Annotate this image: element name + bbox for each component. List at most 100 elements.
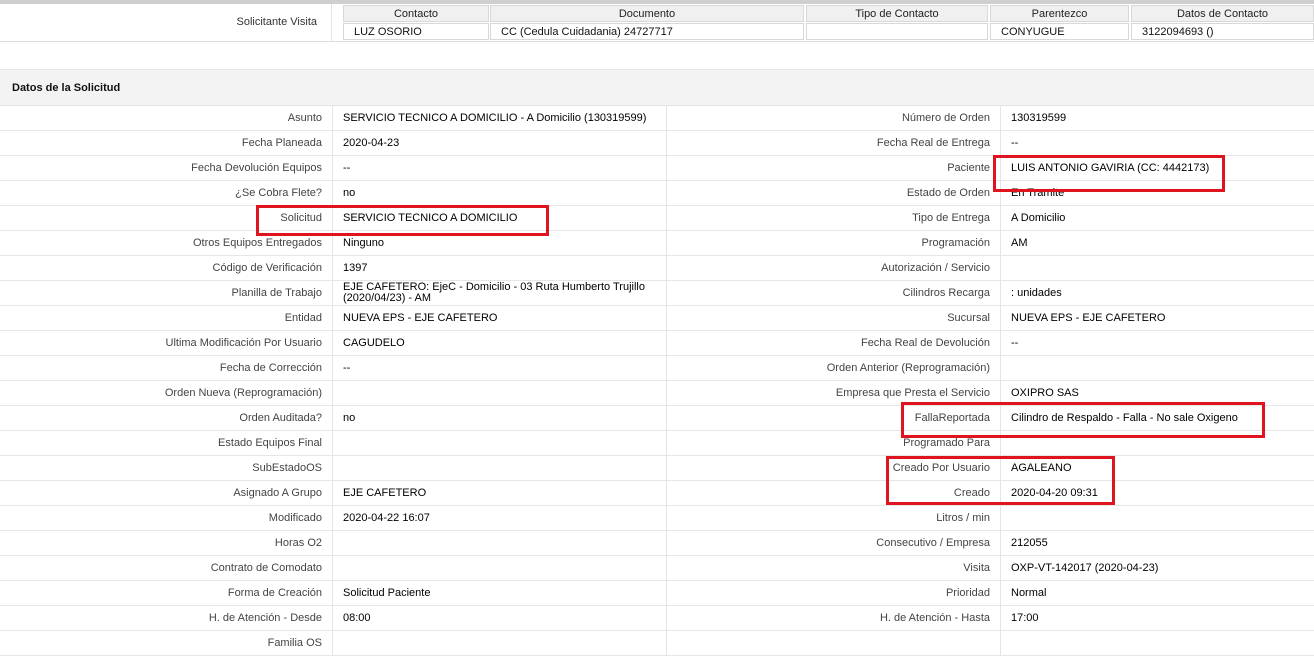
detail-row: Solicitud SERVICIO TECNICO A DOMICILIO Tip… [0, 206, 1314, 231]
detail-label: Fecha de Corrección [0, 356, 333, 381]
detail-label: Planilla de Trabajo [0, 281, 333, 306]
detail-row: H. de Atención - Desde 08:00 H. de Atenció… [0, 606, 1314, 631]
detail-label: Estado de Orden [667, 181, 1001, 206]
detail-value: SERVICIO TECNICO A DOMICILIO - A Domicil… [333, 106, 667, 131]
visit-label: Solicitante Visita [0, 4, 332, 42]
visit-header-datos-contacto: Datos de Contacto [1131, 5, 1314, 22]
detail-value: 212055 [1011, 537, 1048, 549]
detail-value: : unidades [1011, 287, 1062, 299]
detail-row: Orden Auditada? no FallaReportada Cilindro … [0, 406, 1314, 431]
detail-row: Fecha Planeada 2020-04-23 Fecha Real de En… [0, 131, 1314, 156]
detail-value: 2020-04-23 [333, 131, 667, 156]
detail-value [333, 556, 667, 581]
detail-label: FallaReportada [667, 406, 1001, 431]
detail-row: Entidad NUEVA EPS - EJE CAFETERO Sucursal N… [0, 306, 1314, 331]
detail-row: Fecha de Corrección -- Orden Anterior (Rep… [0, 356, 1314, 381]
detail-row: Estado Equipos Final Programado Para [0, 431, 1314, 456]
detail-row: ¿Se Cobra Flete? no Estado de Orden En Tram… [0, 181, 1314, 206]
detail-label: Orden Anterior (Reprogramación) [667, 356, 1001, 381]
detail-label: Modificado [0, 506, 333, 531]
section-title: Datos de la Solicitud [0, 70, 1314, 106]
visit-value-datos-contacto: 3122094693 () [1131, 23, 1314, 40]
detail-value [333, 431, 667, 456]
detail-label: Fecha Real de Entrega [667, 131, 1001, 156]
visit-header-documento: Documento [490, 5, 804, 22]
detail-row: Forma de Creación Solicitud Paciente Prior… [0, 581, 1314, 606]
detail-label: Autorización / Servicio [667, 256, 1001, 281]
visit-value-contacto: LUZ OSORIO [343, 23, 489, 40]
detail-label: Empresa que Presta el Servicio [667, 381, 1001, 406]
detail-label: H. de Atención - Desde [0, 606, 333, 631]
detail-label: Asunto [0, 106, 333, 131]
detail-label: ¿Se Cobra Flete? [0, 181, 333, 206]
detail-value: -- [333, 156, 667, 181]
detail-value [1001, 506, 1314, 531]
detail-label: Tipo de Entrega [667, 206, 1001, 231]
detail-value: no [333, 181, 667, 206]
detail-label: Prioridad [667, 581, 1001, 606]
detail-value: AGALEANO [1011, 462, 1072, 474]
detail-label: Cilindros Recarga [667, 281, 1001, 306]
detail-value: EJE CAFETERO: EjeC - Domicilio - 03 Ruta… [333, 281, 667, 306]
detail-value [1001, 256, 1314, 281]
detail-label: Orden Auditada? [0, 406, 333, 431]
detail-label: Número de Orden [667, 106, 1001, 131]
detail-label: Fecha Devolución Equipos [0, 156, 333, 181]
detail-value: Solicitud Paciente [333, 581, 667, 606]
detail-value [333, 456, 667, 481]
detail-value: Normal [1011, 587, 1047, 599]
visit-header-contacto: Contacto [343, 5, 489, 22]
detail-row: Ultima Modificación Por Usuario CAGUDELO F… [0, 331, 1314, 356]
detail-row: Otros Equipos Entregados Ninguno Programac… [0, 231, 1314, 256]
detail-label: Programado Para [667, 431, 1001, 456]
detail-label: Código de Verificación [0, 256, 333, 281]
detail-label: Orden Nueva (Reprogramación) [0, 381, 333, 406]
detail-value: 08:00 [333, 606, 667, 631]
detail-label: Visita [667, 556, 1001, 581]
detail-value [1001, 431, 1314, 456]
detail-value: Cilindro de Respaldo - Falla - No sale O… [1011, 412, 1238, 424]
detail-label: Horas O2 [0, 531, 333, 556]
detail-value: LUIS ANTONIO GAVIRIA (CC: 4442173) [1011, 162, 1210, 174]
detail-row: Planilla de Trabajo EJE CAFETERO: EjeC - … [0, 281, 1314, 306]
detail-label: Contrato de Comodato [0, 556, 333, 581]
detail-label [667, 631, 1001, 656]
detail-value: CAGUDELO [333, 331, 667, 356]
detail-value [333, 631, 667, 656]
detail-label: Creado [667, 481, 1001, 506]
detail-value: 1397 [333, 256, 667, 281]
detail-row: Modificado 2020-04-22 16:07 Litros / min [0, 506, 1314, 531]
detail-value [333, 531, 667, 556]
detail-label: Programación [667, 231, 1001, 256]
detail-value [1001, 631, 1314, 656]
detail-label: Consecutivo / Empresa [667, 531, 1001, 556]
detail-value: 2020-04-20 09:31 [1011, 487, 1098, 499]
visit-header-parentezco: Parentezco [990, 5, 1129, 22]
detail-row: Contrato de Comodato Visita OXP-VT-142017 … [0, 556, 1314, 581]
detail-value: EJE CAFETERO [333, 481, 667, 506]
detail-value: AM [1011, 237, 1028, 249]
detail-row: Horas O2 Consecutivo / Empresa 212055 [0, 531, 1314, 556]
detail-value [333, 381, 667, 406]
detail-value: SERVICIO TECNICO A DOMICILIO [333, 206, 667, 231]
detail-value: -- [333, 356, 667, 381]
detail-row: Orden Nueva (Reprogramación) Empresa que … [0, 381, 1314, 406]
visit-section: Solicitante Visita Contacto Documento Ti… [0, 4, 1314, 42]
detail-row: Fecha Devolución Equipos -- Paciente LUIS A… [0, 156, 1314, 181]
visit-value-documento: CC (Cedula Cuidadania) 24727717 [490, 23, 804, 40]
detail-row: Asignado A Grupo EJE CAFETERO Creado 2020-0… [0, 481, 1314, 506]
detail-label: Solicitud [0, 206, 333, 231]
detail-value: NUEVA EPS - EJE CAFETERO [1011, 312, 1166, 324]
detail-value: Ninguno [333, 231, 667, 256]
detail-label: Asignado A Grupo [0, 481, 333, 506]
detail-value: 2020-04-22 16:07 [333, 506, 667, 531]
detail-value: NUEVA EPS - EJE CAFETERO [333, 306, 667, 331]
detail-row: Código de Verificación 1397 Autorización /… [0, 256, 1314, 281]
detail-value: 17:00 [1011, 612, 1039, 624]
detail-label: Sucursal [667, 306, 1001, 331]
detail-label: Entidad [0, 306, 333, 331]
detail-value: OXP-VT-142017 (2020-04-23) [1011, 562, 1159, 574]
detail-label: Creado Por Usuario [667, 456, 1001, 481]
detail-label: Otros Equipos Entregados [0, 231, 333, 256]
detail-row: Familia OS [0, 631, 1314, 656]
